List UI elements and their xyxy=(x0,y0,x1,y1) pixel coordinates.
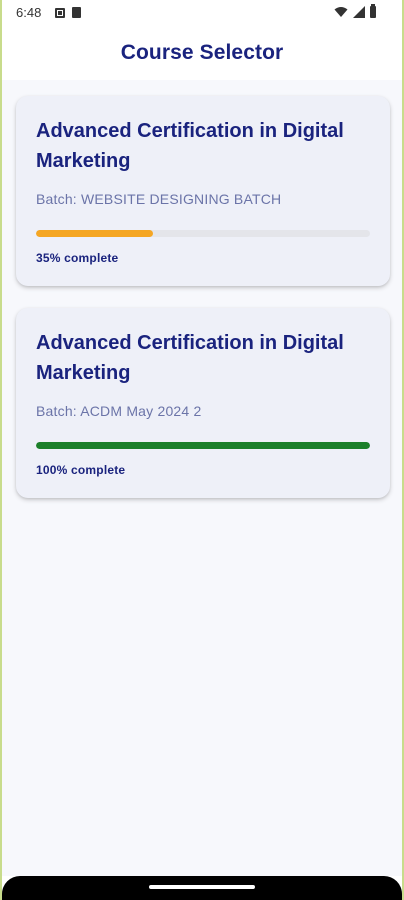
notification-app-icon xyxy=(55,7,65,18)
course-batch: Batch: WEBSITE DESIGNING BATCH xyxy=(36,191,282,207)
course-list[interactable]: Advanced Certification in Digital Market… xyxy=(2,80,402,876)
progress-label: 100% complete xyxy=(36,463,126,477)
page-title: Course Selector xyxy=(120,41,284,64)
sim-card-icon xyxy=(72,7,81,18)
signal-icon xyxy=(353,6,365,18)
course-card[interactable]: Advanced Certification in Digital Market… xyxy=(16,96,390,286)
progress-fill xyxy=(36,442,370,449)
status-right-icons xyxy=(334,4,376,18)
wifi-icon xyxy=(334,7,348,17)
battery-icon xyxy=(370,4,376,18)
progress-bar xyxy=(36,230,370,237)
status-bar: 6:48 xyxy=(2,0,402,26)
system-nav-bar xyxy=(2,876,402,900)
course-title: Advanced Certification in Digital Market… xyxy=(36,120,344,172)
app-frame: 6:48 Course Selector Advanced Certificat… xyxy=(0,0,404,900)
course-batch: Batch: ACDM May 2024 2 xyxy=(36,403,202,419)
status-time: 6:48 xyxy=(16,5,42,20)
status-left-icons xyxy=(55,7,81,18)
progress-fill xyxy=(36,230,153,237)
progress-bar xyxy=(36,442,370,449)
course-title: Advanced Certification in Digital Market… xyxy=(36,332,344,384)
app-bar: Course Selector xyxy=(2,26,402,80)
home-gesture-handle[interactable] xyxy=(149,885,255,889)
progress-label: 35% complete xyxy=(36,251,119,265)
course-card[interactable]: Advanced Certification in Digital Market… xyxy=(16,308,390,498)
